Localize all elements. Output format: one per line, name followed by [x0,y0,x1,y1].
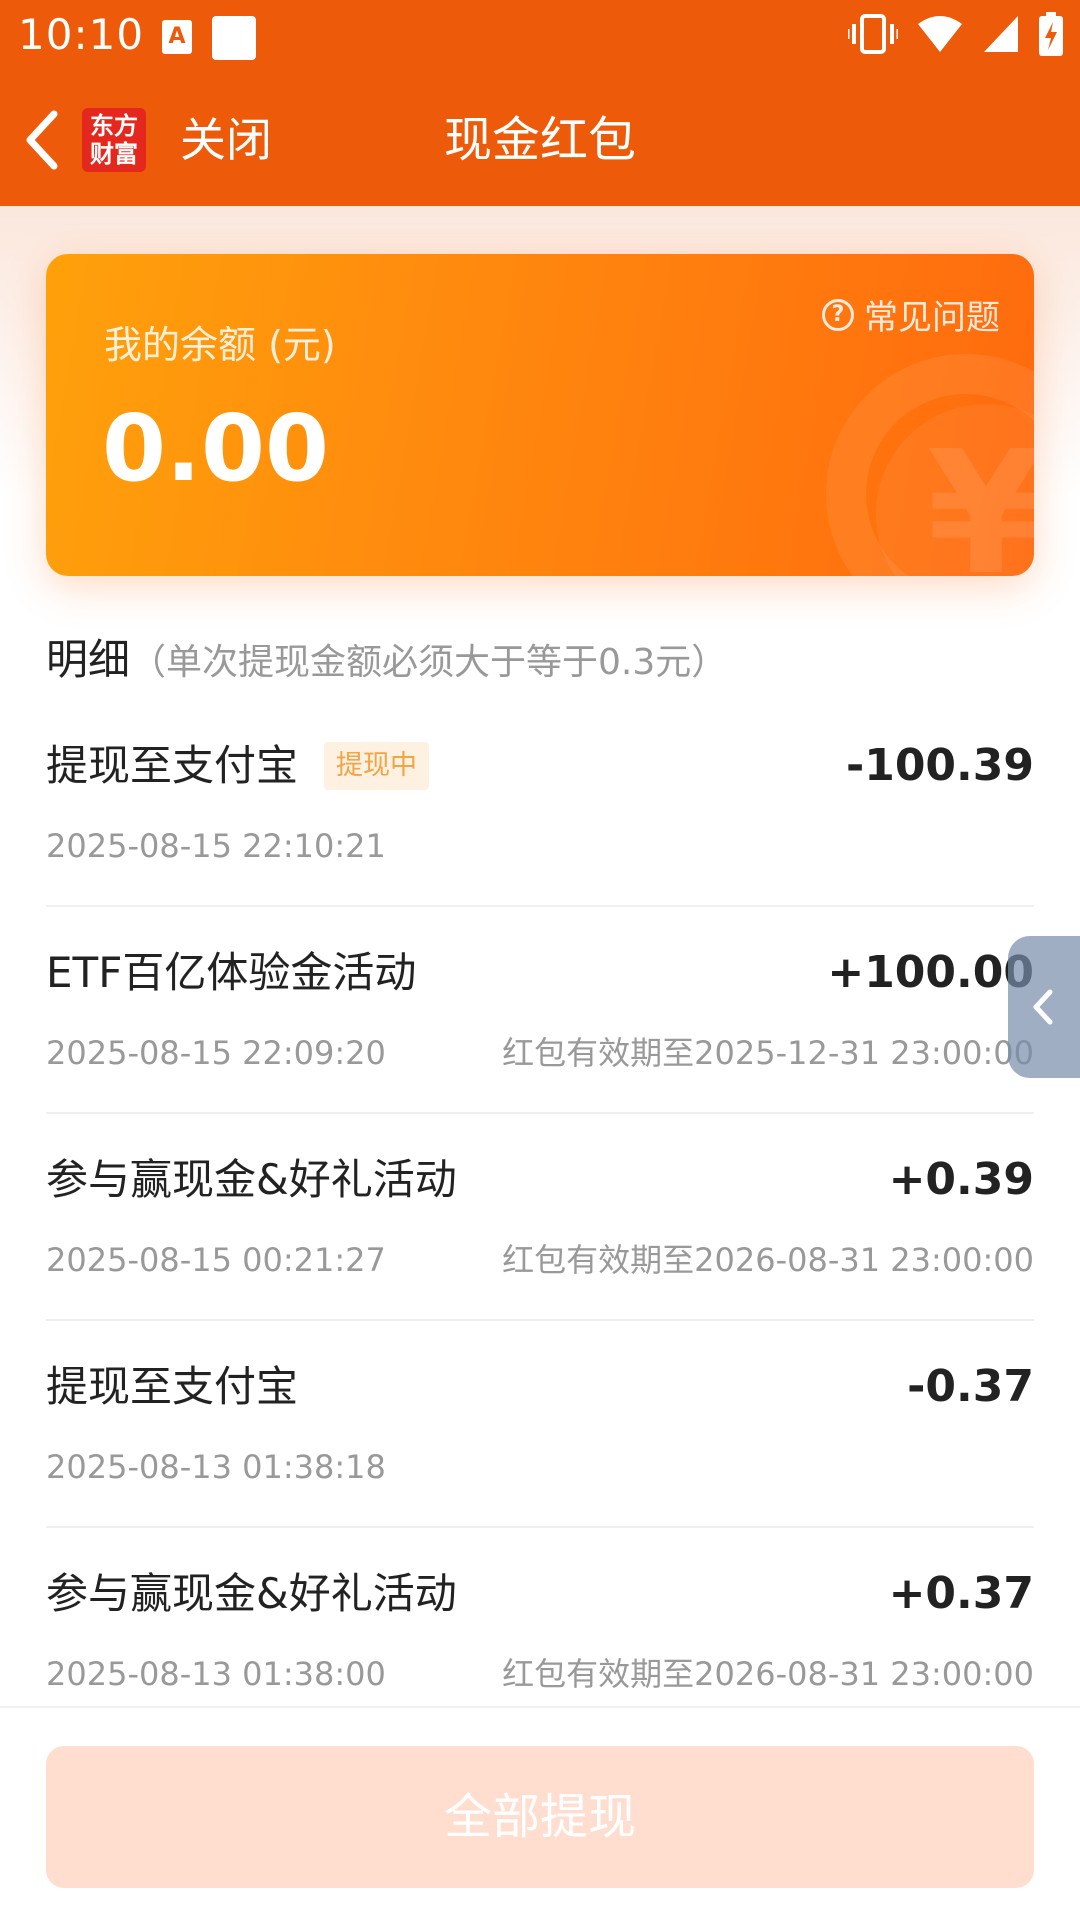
withdraw-all-button[interactable]: 全部提现 [46,1746,1034,1888]
record-time: 2025-08-13 01:38:00 [46,1655,386,1693]
record-amount: -100.39 [845,740,1034,791]
list-item[interactable]: 提现至支付宝 -0.37 2025-08-13 01:38:18 [46,1321,1034,1528]
chevron-left-icon [1033,989,1053,1025]
records-list: 提现至支付宝 提现中 -100.39 2025-08-15 22:10:21 E… [46,700,1034,1735]
record-title: 参与赢现金&好礼活动 [46,1155,457,1204]
record-title: 提现至支付宝 [46,1362,299,1411]
wifi-icon [918,16,962,52]
record-title-wrap: 提现至支付宝 提现中 [46,738,430,794]
record-time: 2025-08-15 22:10:21 [46,827,386,865]
status-notification-icons: A [162,16,256,60]
signal-icon [984,16,1018,52]
status-time: 10:10 [18,10,145,59]
record-expiry: 红包有效期至2025-12-31 23:00:00 [502,1034,1034,1072]
record-amount: +0.37 [888,1568,1034,1619]
details-header: 明细（单次提现金额必须大于等于0.3元） [46,632,727,691]
record-time: 2025-08-15 00:21:27 [46,1241,386,1279]
record-expiry: 红包有效期至2026-08-31 23:00:00 [502,1241,1034,1279]
record-time: 2025-08-15 22:09:20 [46,1034,386,1072]
list-item[interactable]: 提现至支付宝 提现中 -100.39 2025-08-15 22:10:21 [46,700,1034,907]
record-title: 提现至支付宝 [46,741,299,790]
side-drawer-tab[interactable] [1008,936,1080,1078]
list-item[interactable]: ETF百亿体验金活动 +100.00 2025-08-15 22:09:20 红… [46,907,1034,1114]
status-bar: 10:10 A [0,0,1080,74]
app-notification-icon: A [162,20,192,54]
record-title: ETF百亿体验金活动 [46,948,417,997]
balance-label: 我的余额 (元) [104,323,336,367]
record-time: 2025-08-13 01:38:18 [46,1448,386,1486]
record-amount: +100.00 [827,947,1034,998]
details-note: （单次提现金额必须大于等于0.3元） [130,642,728,683]
balance-value: 0.00 [102,395,329,502]
record-amount: +0.39 [888,1154,1034,1205]
status-badge: 提现中 [324,742,430,790]
vibrate-icon [848,14,898,54]
faq-link[interactable]: ? 常见问题 [822,290,1000,339]
record-amount: -0.37 [907,1361,1034,1412]
balance-card: ¥ ? 常见问题 我的余额 (元) 0.00 [46,254,1034,576]
list-item[interactable]: 参与赢现金&好礼活动 +0.39 2025-08-15 00:21:27 红包有… [46,1114,1034,1321]
image-notification-icon [212,16,256,60]
details-title: 明细 [46,635,131,684]
page-title: 现金红包 [443,112,636,168]
faq-label: 常见问题 [864,298,1000,338]
record-title: 参与赢现金&好礼活动 [46,1569,457,1618]
battery-charging-icon [1039,12,1063,56]
record-expiry: 红包有效期至2026-08-31 23:00:00 [502,1655,1034,1693]
status-system-icons [848,12,1064,56]
question-circle-icon: ? [822,298,854,331]
app-header: 东方 财富 关闭 现金红包 [0,74,1080,206]
bottom-bar: 全部提现 [0,1706,1080,1922]
list-item[interactable]: 参与赢现金&好礼活动 +0.37 2025-08-13 01:38:00 红包有… [46,1528,1034,1735]
